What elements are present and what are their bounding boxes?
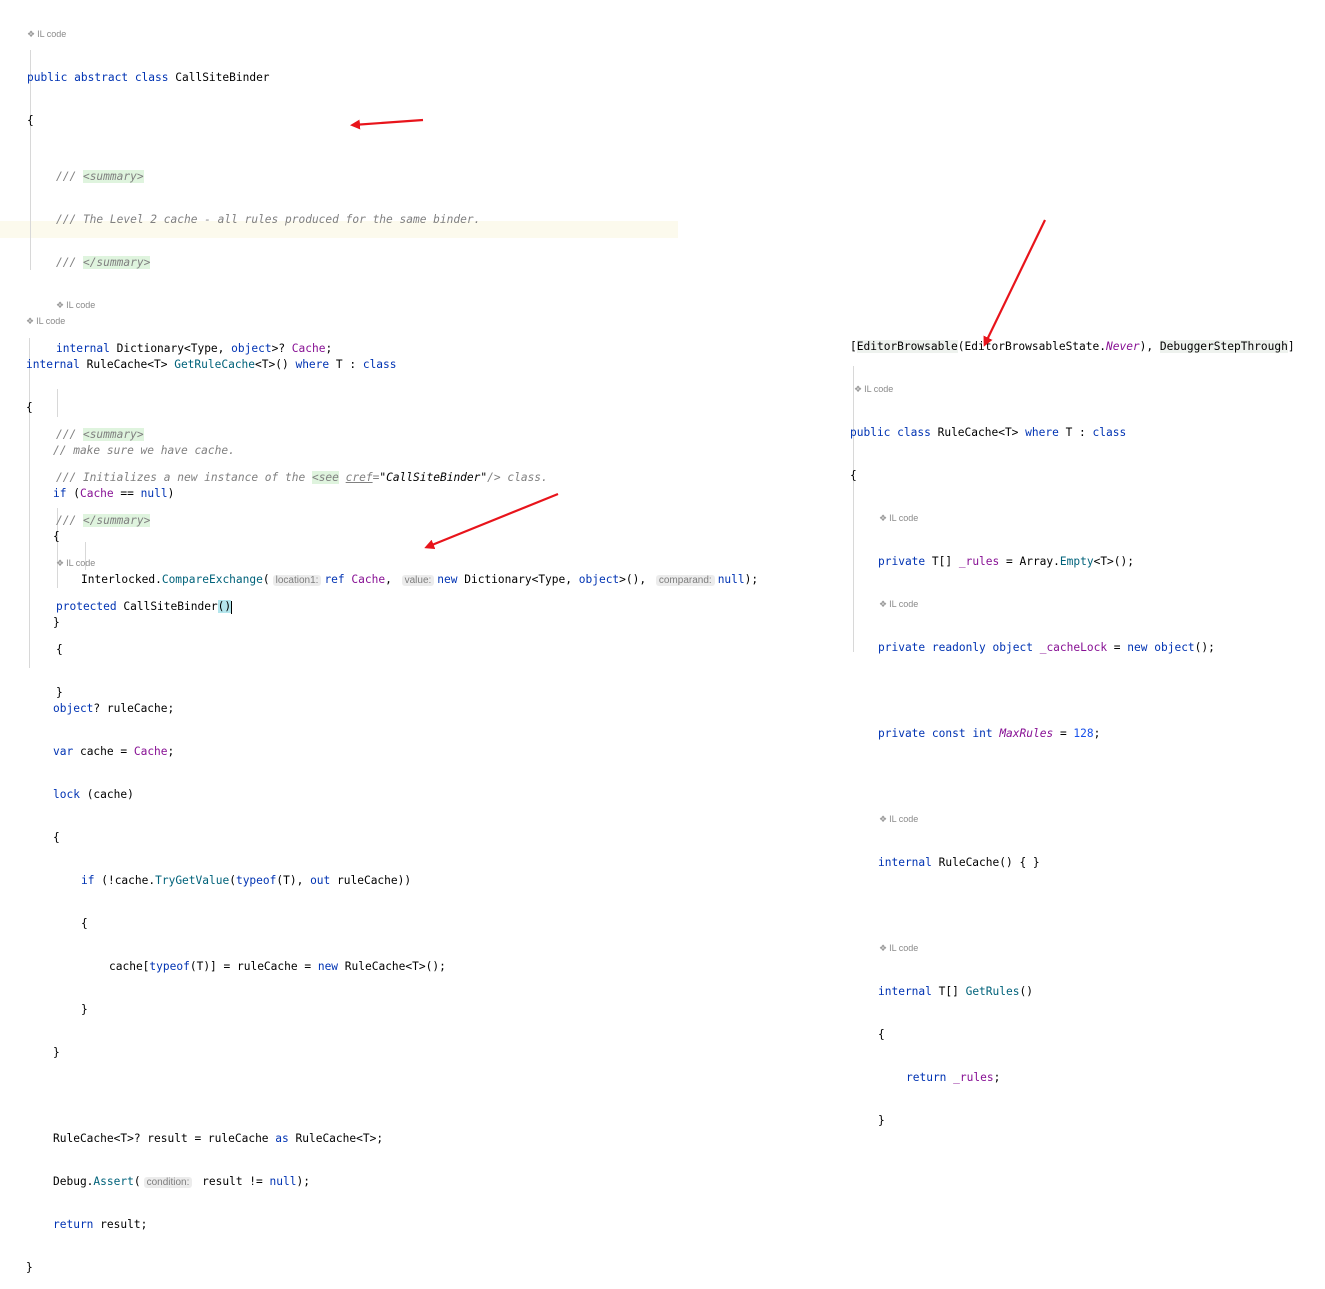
- brace: }: [878, 1114, 885, 1127]
- brace: {: [81, 917, 88, 930]
- il-code-icon: ❖: [879, 943, 888, 953]
- rulecache-local-declaration[interactable]: object? ruleCache;: [26, 700, 758, 717]
- brace: {: [878, 1028, 885, 1041]
- result-declaration[interactable]: RuleCache<T>? result = ruleCache as Rule…: [26, 1130, 758, 1147]
- brace: {: [53, 831, 60, 844]
- il-code-link[interactable]: ❖ IL code: [850, 940, 1295, 957]
- getrules-method-signature[interactable]: internal T[] GetRules(): [850, 983, 1295, 1000]
- parameter-hint: condition:: [143, 1177, 193, 1188]
- return-statement[interactable]: return result;: [26, 1216, 758, 1233]
- maxrules-const-declaration[interactable]: private const int MaxRules = 128;: [850, 725, 1295, 742]
- rulecache-constructor[interactable]: internal RuleCache() { }: [850, 854, 1295, 871]
- lock-statement[interactable]: lock (cache): [26, 786, 758, 803]
- brace: }: [81, 1003, 88, 1016]
- annotation-arrows: [350, 118, 1046, 550]
- trygetvalue-if[interactable]: if (!cache.TryGetValue(typeof(T), out ru…: [26, 872, 758, 889]
- il-code-icon: ❖: [879, 814, 888, 824]
- arrow-to-rulecache-new: [424, 492, 559, 550]
- brace: }: [53, 1046, 60, 1059]
- arrow-to-rulecache-class: [983, 219, 1046, 347]
- il-code-link[interactable]: ❖ IL code: [850, 811, 1295, 828]
- arrow-to-cache-field: [350, 118, 424, 130]
- brace: }: [26, 1261, 33, 1274]
- cache-assignment[interactable]: cache[typeof(T)] = ruleCache = new RuleC…: [26, 958, 758, 975]
- return-statement[interactable]: return _rules;: [850, 1069, 1295, 1086]
- cache-local-declaration[interactable]: var cache = Cache;: [26, 743, 758, 760]
- debug-assert-call[interactable]: Debug.Assert(condition: result != null);: [26, 1173, 758, 1190]
